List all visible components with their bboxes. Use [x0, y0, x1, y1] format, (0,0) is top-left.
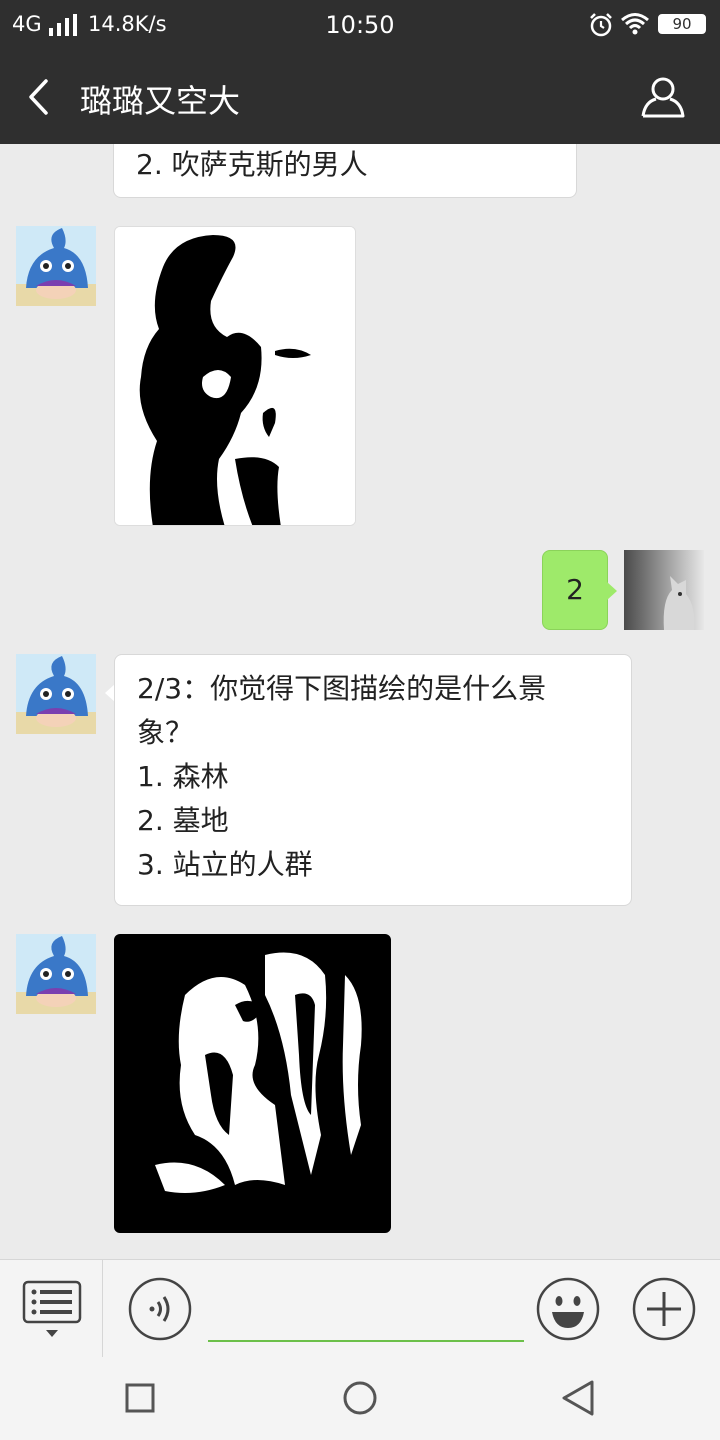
system-navigation-bar — [0, 1357, 720, 1440]
voice-input-icon[interactable] — [127, 1276, 193, 1342]
wifi-icon — [621, 13, 649, 35]
message-bubble-partial[interactable]: 2. 吹萨克斯的男人 — [113, 144, 577, 198]
chat-header: 璐璐又空大 — [0, 52, 720, 144]
image-message[interactable] — [114, 934, 391, 1233]
recent-apps-icon[interactable] — [125, 1383, 155, 1413]
message-list[interactable]: 2. 吹萨克斯的男人 2 2/3：你觉得下图描绘的是什么景 象？ 1. 森林 2… — [0, 144, 720, 1259]
saxophone-face-image — [115, 227, 355, 525]
menu-list-icon[interactable] — [20, 1280, 84, 1342]
question-option: 2. 墓地 — [137, 804, 229, 837]
home-icon[interactable] — [342, 1380, 378, 1416]
question-option: 3. 站立的人群 — [137, 848, 313, 881]
contact-avatar[interactable] — [16, 934, 96, 1014]
profile-icon[interactable] — [640, 76, 686, 118]
alarm-icon — [590, 13, 612, 37]
question-message-bubble[interactable]: 2/3：你觉得下图描绘的是什么景 象？ 1. 森林 2. 墓地 3. 站立的人群 — [114, 654, 632, 906]
my-message-bubble[interactable]: 2 — [542, 550, 608, 630]
input-bar — [0, 1259, 720, 1358]
question-option: 1. 森林 — [137, 760, 229, 793]
image-message[interactable] — [114, 226, 356, 526]
message-input[interactable] — [208, 1290, 524, 1342]
question-line: 象？ — [137, 716, 194, 749]
divider — [102, 1260, 103, 1358]
message-text: 2. 吹萨克斯的男人 — [136, 148, 368, 181]
question-line: 2/3：你觉得下图描绘的是什么景 — [137, 672, 547, 705]
contact-avatar[interactable] — [16, 226, 96, 306]
system-back-icon[interactable] — [560, 1379, 596, 1417]
back-arrow-icon[interactable] — [26, 78, 52, 116]
my-avatar[interactable] — [624, 550, 704, 630]
plus-icon[interactable] — [631, 1276, 697, 1342]
emoji-icon[interactable] — [535, 1276, 601, 1342]
chat-title: 璐璐又空大 — [80, 82, 241, 120]
message-text: 2 — [566, 573, 584, 606]
status-bar: 4G 14.8K/s 10:50 90 — [0, 0, 720, 52]
forest-illusion-image — [115, 935, 390, 1232]
contact-avatar[interactable] — [16, 654, 96, 734]
battery-indicator: 90 — [658, 14, 706, 34]
